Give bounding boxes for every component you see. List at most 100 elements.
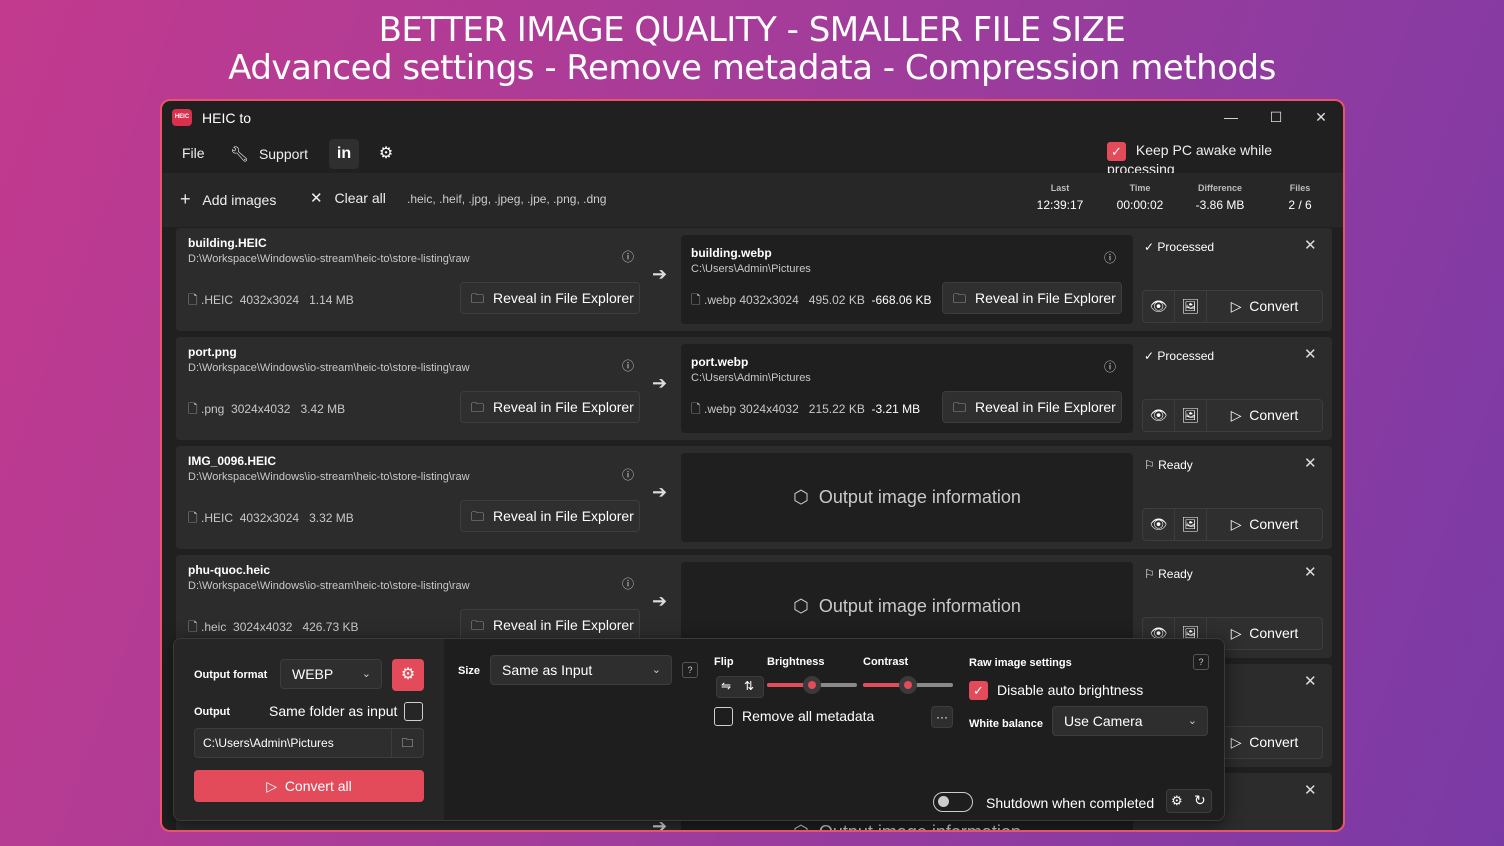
reveal-source-button[interactable]: 🗀︎ Reveal in File Explorer <box>460 609 640 641</box>
flip-controls: ⇋ ⇅ <box>716 676 764 698</box>
info-icon[interactable]: ⓘ <box>622 357 634 374</box>
support-menu[interactable]: 🔧︎ Support <box>230 145 308 163</box>
brightness-knob[interactable] <box>803 676 821 694</box>
close-icon: ✕ <box>310 190 323 207</box>
output-diff: -3.21 MB <box>871 402 921 416</box>
output-path: C:\Users\Admin\Pictures <box>691 263 811 275</box>
reveal-output-button[interactable]: 🗀︎ Reveal in File Explorer <box>942 391 1122 423</box>
reveal-label: Reveal in File Explorer <box>975 399 1116 415</box>
contrast-knob[interactable] <box>899 676 917 694</box>
shutdown-label: Shutdown when completed <box>986 795 1155 811</box>
remove-row-button[interactable]: ✕ <box>1304 563 1317 581</box>
image-settings: Size Same as Input ⌄ ? Flip ⇋ ⇅ Brightnes… <box>444 639 1224 820</box>
file-meta: 🗋︎ .png 3024x4032 3.42 MB <box>188 400 345 421</box>
remove-row-button[interactable]: ✕ <box>1304 781 1317 799</box>
refresh-icon[interactable]: ↻ <box>1194 792 1206 809</box>
stat-label: Files <box>1289 183 1311 193</box>
remove-row-button[interactable]: ✕ <box>1304 345 1317 363</box>
settings-panel: Output format WEBP ⌄ ⚙︎ Output Same folde… <box>173 638 1225 821</box>
info-icon[interactable]: ⓘ <box>622 466 634 483</box>
output-format-select[interactable]: WEBP ⌄ <box>280 659 382 689</box>
flip-horizontal-icon[interactable]: ⇋ <box>721 679 731 693</box>
support-label: Support <box>258 146 308 162</box>
info-icon[interactable]: ⓘ <box>1104 358 1116 375</box>
keep-awake-checkbox[interactable]: ✓ <box>1107 142 1126 161</box>
keep-awake-toggle[interactable]: ✓ Keep PC awake while processing <box>1107 142 1343 177</box>
reveal-output-button[interactable]: 🗀︎ Reveal in File Explorer <box>942 282 1122 314</box>
brightness-slider[interactable] <box>767 676 857 694</box>
add-images-button[interactable]: + Add images <box>180 189 276 210</box>
file-icon: 🗋︎ <box>188 620 198 634</box>
image-icon[interactable]: 🖼︎ <box>1175 509 1207 540</box>
output-path-field[interactable]: C:\Users\Admin\Pictures 🗀︎ <box>194 728 424 758</box>
convert-button[interactable]: ▷ Convert <box>1207 291 1322 322</box>
stat-value: 00:00:02 <box>1116 198 1164 212</box>
remove-row-button[interactable]: ✕ <box>1304 672 1317 690</box>
output-placeholder-text: ⬡ Output image information <box>681 596 1133 617</box>
file-size: 426.73 KB <box>302 620 359 634</box>
info-icon[interactable]: ⓘ <box>622 248 634 265</box>
file-menu[interactable]: File <box>182 145 205 161</box>
maximize-button[interactable]: ☐ <box>1256 105 1296 131</box>
output-settings: Output format WEBP ⌄ ⚙︎ Output Same folde… <box>174 639 444 820</box>
remove-row-button[interactable]: ✕ <box>1304 454 1317 472</box>
app-window: HEIC HEIC to — ☐ ✕ File 🔧︎ Support in ⚙︎… <box>160 99 1345 832</box>
output-name: building.webp <box>691 246 772 260</box>
file-meta: 🗋︎ .HEIC 4032x3024 1.14 MB <box>188 291 354 312</box>
size-help-button[interactable]: ? <box>682 662 698 678</box>
status-ready: ⚐ Ready <box>1144 458 1193 472</box>
file-ext: .HEIC <box>201 511 234 525</box>
contrast-slider[interactable] <box>863 676 953 694</box>
image-icon[interactable]: 🖼︎ <box>1175 291 1207 322</box>
file-icon: 🗋︎ <box>188 402 198 416</box>
image-icon[interactable]: 🖼︎ <box>1175 400 1207 431</box>
app-title: HEIC to <box>202 110 252 126</box>
remove-metadata-label: Remove all metadata <box>742 708 875 724</box>
file-path: D:\Workspace\Windows\io-stream\heic-to\s… <box>188 471 470 483</box>
info-icon[interactable]: ⓘ <box>1104 249 1116 266</box>
file-ext: .heic <box>201 620 227 634</box>
preview-eye-icon[interactable]: 👁︎ <box>1143 291 1175 322</box>
file-name: IMG_0096.HEIC <box>188 454 277 468</box>
close-window-button[interactable]: ✕ <box>1301 105 1341 131</box>
reveal-source-button[interactable]: 🗀︎ Reveal in File Explorer <box>460 282 640 314</box>
more-options-button[interactable]: ··· <box>931 706 953 728</box>
flip-vertical-icon[interactable]: ⇅ <box>744 679 754 693</box>
clear-all-button[interactable]: ✕ Clear all <box>310 189 386 207</box>
preview-eye-icon[interactable]: 👁︎ <box>1143 509 1175 540</box>
browse-folder-icon[interactable]: 🗀︎ <box>391 729 423 757</box>
convert-button[interactable]: ▷ Convert <box>1207 509 1322 540</box>
chevron-down-icon: ⌄ <box>651 664 661 676</box>
keep-awake-label: Keep PC awake while processing <box>1107 142 1273 177</box>
format-settings-gear-icon[interactable]: ⚙︎ <box>392 659 424 691</box>
convert-all-button[interactable]: ▷ Convert all <box>194 770 424 802</box>
file-meta: 🗋︎ .HEIC 4032x3024 3.32 MB <box>188 509 354 530</box>
brightness-label: Brightness <box>767 656 825 668</box>
checkmark-icon: ✓ <box>1144 240 1155 254</box>
gift-icon[interactable]: ⚙︎ <box>371 139 401 169</box>
preview-eye-icon[interactable]: 👁︎ <box>1143 400 1175 431</box>
shutdown-toggle[interactable] <box>933 792 973 812</box>
linkedin-icon[interactable]: in <box>329 139 359 169</box>
same-folder-checkbox[interactable] <box>404 702 423 721</box>
reveal-label: Reveal in File Explorer <box>493 399 634 415</box>
remove-row-button[interactable]: ✕ <box>1304 236 1317 254</box>
folder-icon: 🗀︎ <box>953 291 967 306</box>
remove-metadata-checkbox[interactable] <box>714 707 733 726</box>
plus-icon: + <box>180 189 191 209</box>
reveal-source-button[interactable]: 🗀︎ Reveal in File Explorer <box>460 500 640 532</box>
output-dims: 3024x4032 <box>739 402 799 416</box>
convert-button[interactable]: ▷ Convert <box>1207 400 1322 431</box>
file-dims: 3024x4032 <box>231 402 291 416</box>
raw-help-button[interactable]: ? <box>1193 654 1209 670</box>
output-path-value: C:\Users\Admin\Pictures <box>203 736 334 750</box>
settings-gear-icon[interactable]: ⚙︎ <box>1171 793 1183 809</box>
status-label: Ready <box>1158 567 1193 581</box>
status-label: Processed <box>1157 240 1215 254</box>
minimize-button[interactable]: — <box>1211 105 1251 131</box>
reveal-source-button[interactable]: 🗀︎ Reveal in File Explorer <box>460 391 640 423</box>
size-select[interactable]: Same as Input ⌄ <box>490 655 672 685</box>
disable-auto-brightness-checkbox[interactable]: ✓ <box>969 681 988 700</box>
white-balance-select[interactable]: Use Camera ⌄ <box>1052 706 1208 736</box>
info-icon[interactable]: ⓘ <box>622 575 634 592</box>
